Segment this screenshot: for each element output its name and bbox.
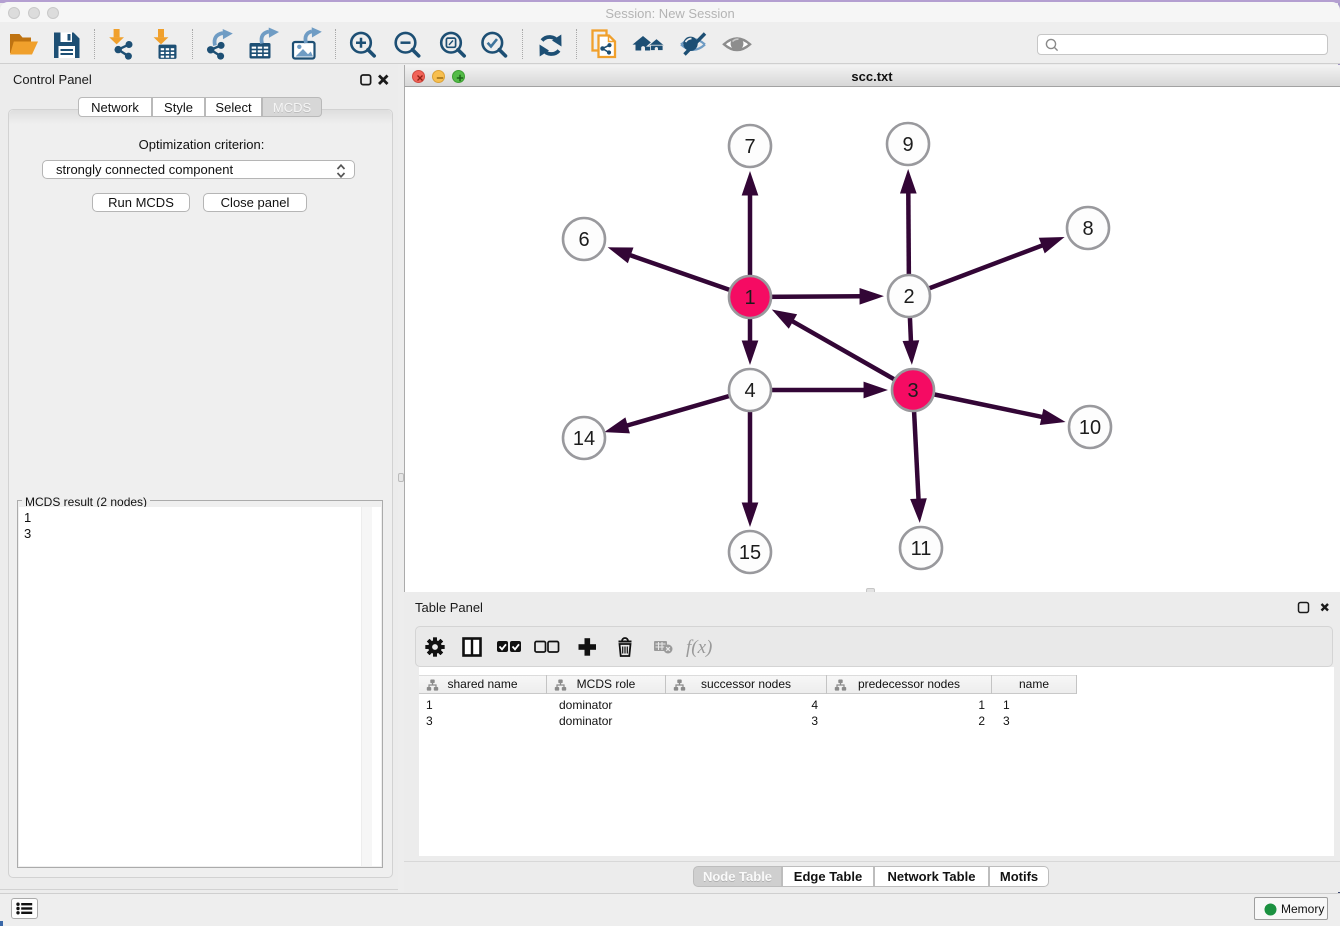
svg-text:3: 3 <box>907 380 918 402</box>
svg-text:2: 2 <box>903 286 914 308</box>
svg-text:6: 6 <box>578 229 589 251</box>
svg-text:9: 9 <box>902 134 913 156</box>
svg-text:14: 14 <box>573 428 595 450</box>
svg-text:10: 10 <box>1079 417 1101 439</box>
svg-text:1: 1 <box>744 287 755 309</box>
svg-text:8: 8 <box>1082 218 1093 240</box>
svg-text:4: 4 <box>744 380 755 402</box>
svg-text:7: 7 <box>744 136 755 158</box>
svg-text:f(x): f(x) <box>686 637 712 658</box>
svg-text:11: 11 <box>911 538 932 560</box>
svg-text:15: 15 <box>739 542 761 564</box>
